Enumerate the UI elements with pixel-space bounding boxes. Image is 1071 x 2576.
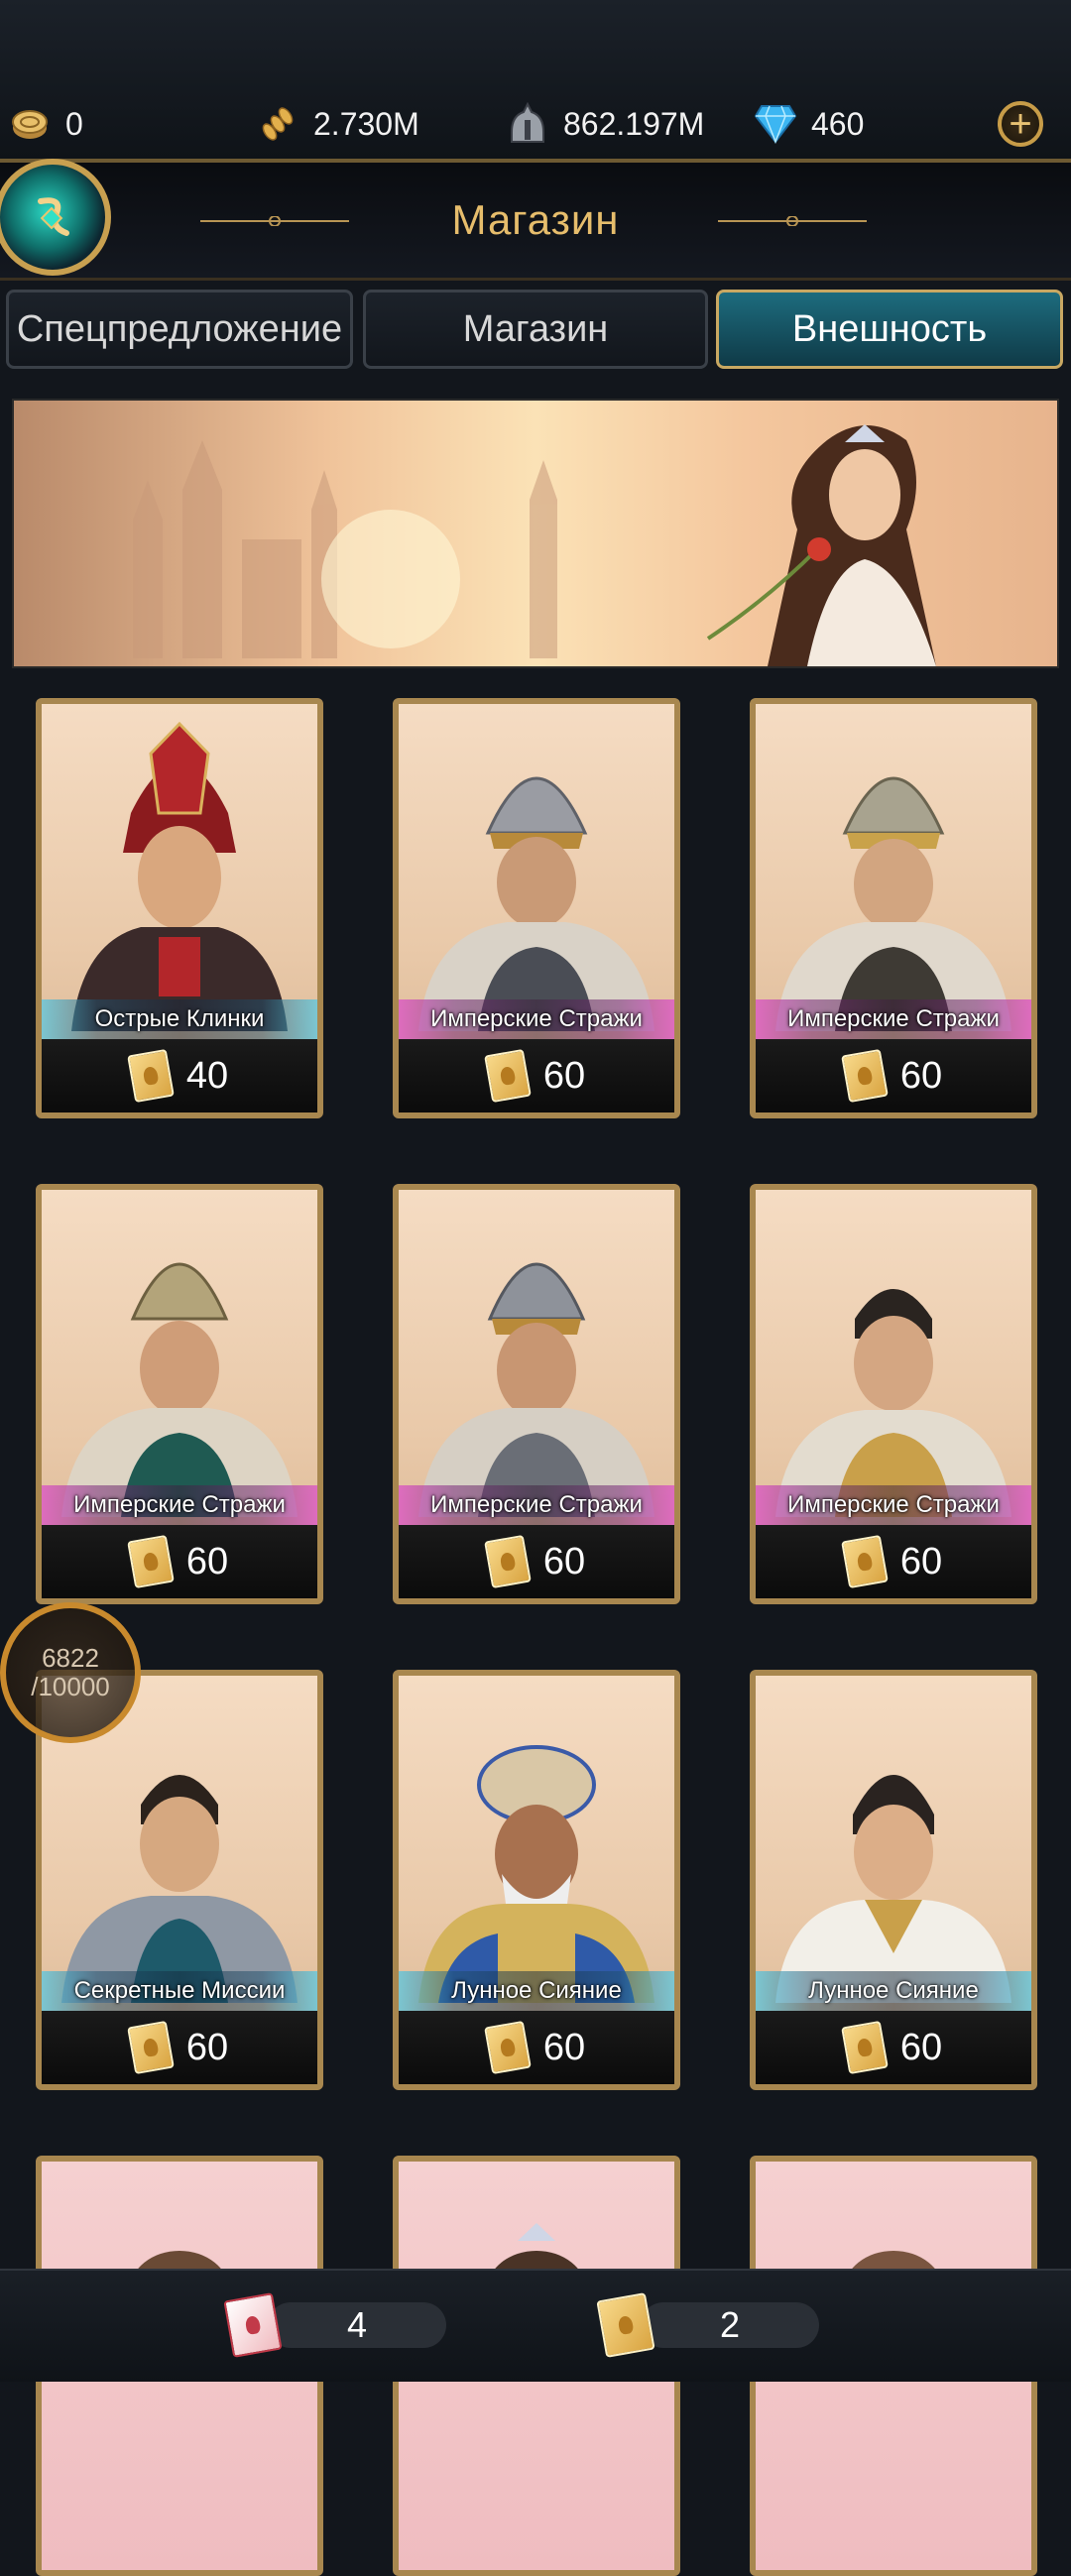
gold-ticket-icon (483, 1048, 532, 1104)
helmet-icon (506, 102, 549, 146)
promo-banner[interactable] (12, 399, 1059, 668)
gems-resource[interactable]: 460 (754, 99, 864, 149)
card-price: 40 (42, 1039, 317, 1112)
diamond-icon (754, 102, 797, 146)
price-value: 60 (542, 2026, 586, 2068)
card-title: Имперские Стражи (42, 1485, 317, 1525)
skin-card[interactable]: Имперские Стражи 60 (36, 1184, 323, 1604)
tab-shop[interactable]: Магазин (363, 290, 708, 369)
price-value: 40 (185, 1054, 229, 1097)
gold-ticket-icon (840, 2020, 889, 2075)
price-value: 60 (185, 2026, 229, 2068)
gold-ticket-icon (840, 1534, 889, 1589)
card-title: Имперские Стражи (399, 999, 674, 1039)
add-resources-button[interactable]: + (998, 101, 1043, 147)
gold-ticket-counter: 2 (596, 2292, 819, 2358)
price-value: 60 (185, 1540, 229, 1582)
gold-ticket-icon (596, 2292, 655, 2358)
price-value: 60 (899, 1054, 943, 1097)
coin-icon (8, 102, 52, 146)
tab-bar: Спецпредложение Магазин Внешность (0, 286, 1071, 373)
card-price: 60 (756, 2011, 1031, 2084)
lady-portrait (706, 424, 936, 666)
gold-ticket-icon (126, 1534, 175, 1589)
skin-card[interactable]: Имперские Стражи 60 (393, 1184, 680, 1604)
gold-ticket-icon (840, 1048, 889, 1104)
progress-total: /10000 (31, 1672, 110, 1701)
skin-card[interactable]: Лунное Сияние 60 (393, 1670, 680, 2090)
skin-card[interactable]: Имперские Стражи 60 (393, 698, 680, 1118)
card-price: 60 (399, 2011, 674, 2084)
gold-ticket-icon (126, 2020, 175, 2075)
troops-resource[interactable]: 862.197M (506, 99, 704, 149)
grain-icon (256, 102, 299, 146)
coins-resource[interactable]: 0 (8, 99, 83, 149)
portrait-moonlight (418, 1745, 654, 2003)
portrait-sharp-blades (71, 721, 288, 1031)
progress-current: 6822 (42, 1643, 99, 1674)
tab-special-offer[interactable]: Спецпредложение (6, 290, 353, 369)
card-title: Имперские Стражи (399, 1485, 674, 1525)
plus-icon: + (1009, 102, 1032, 146)
banner-illustration (133, 424, 936, 666)
card-price: 60 (42, 2011, 317, 2084)
troops-value: 862.197M (563, 105, 705, 142)
card-price: 60 (756, 1039, 1031, 1112)
skin-card[interactable]: Лунное Сияние 60 (750, 1670, 1037, 2090)
card-title: Лунное Сияние (756, 1971, 1031, 2011)
price-value: 60 (542, 1540, 586, 1582)
ticket-bar: 4 2 (0, 2269, 1071, 2382)
portrait-imperial-guard (61, 1262, 298, 1517)
price-value: 60 (899, 2026, 943, 2068)
card-title: Острые Клинки (42, 999, 317, 1039)
page-title: Магазин (451, 196, 620, 243)
skin-card[interactable]: Имперские Стражи 60 (750, 1184, 1037, 1604)
card-title: Имперские Стражи (756, 1485, 1031, 1525)
coins-value: 0 (65, 105, 83, 142)
gold-ticket-icon (483, 2020, 532, 2075)
gold-ticket-icon (126, 1048, 175, 1104)
gold-ticket-count: 2 (641, 2302, 819, 2348)
price-value: 60 (899, 1540, 943, 1582)
card-price: 60 (756, 1525, 1031, 1598)
grain-value: 2.730M (313, 105, 419, 142)
portrait-imperial-guard (775, 1289, 1012, 1517)
card-price: 60 (42, 1525, 317, 1598)
red-ticket-count: 4 (268, 2302, 446, 2348)
price-value: 60 (542, 1054, 586, 1097)
progress-badge[interactable]: 6822 /10000 (0, 1602, 141, 1743)
card-price: 60 (399, 1039, 674, 1112)
card-title: Лунное Сияние (399, 1971, 674, 2011)
skin-card[interactable]: Имперские Стражи 60 (750, 698, 1037, 1118)
portrait-moonlight (775, 1775, 1012, 2003)
card-title: Секретные Миссии (42, 1971, 317, 2011)
tab-appearance[interactable]: Внешность (716, 290, 1063, 369)
resource-bar: 0 2.730M 862.197M 460 + (0, 0, 1071, 163)
skin-card[interactable]: Острые Клинки 40 (36, 698, 323, 1118)
gold-ticket-icon (483, 1534, 532, 1589)
card-title: Имперские Стражи (756, 999, 1031, 1039)
portrait-imperial-guard (418, 1262, 654, 1517)
portrait-imperial-guard (775, 776, 1012, 1031)
card-price: 60 (399, 1525, 674, 1598)
red-ticket-counter: 4 (223, 2292, 446, 2358)
portrait-imperial-guard (418, 776, 654, 1031)
grain-resource[interactable]: 2.730M (256, 99, 419, 149)
red-ticket-icon (223, 2292, 283, 2358)
gems-value: 460 (811, 105, 865, 142)
